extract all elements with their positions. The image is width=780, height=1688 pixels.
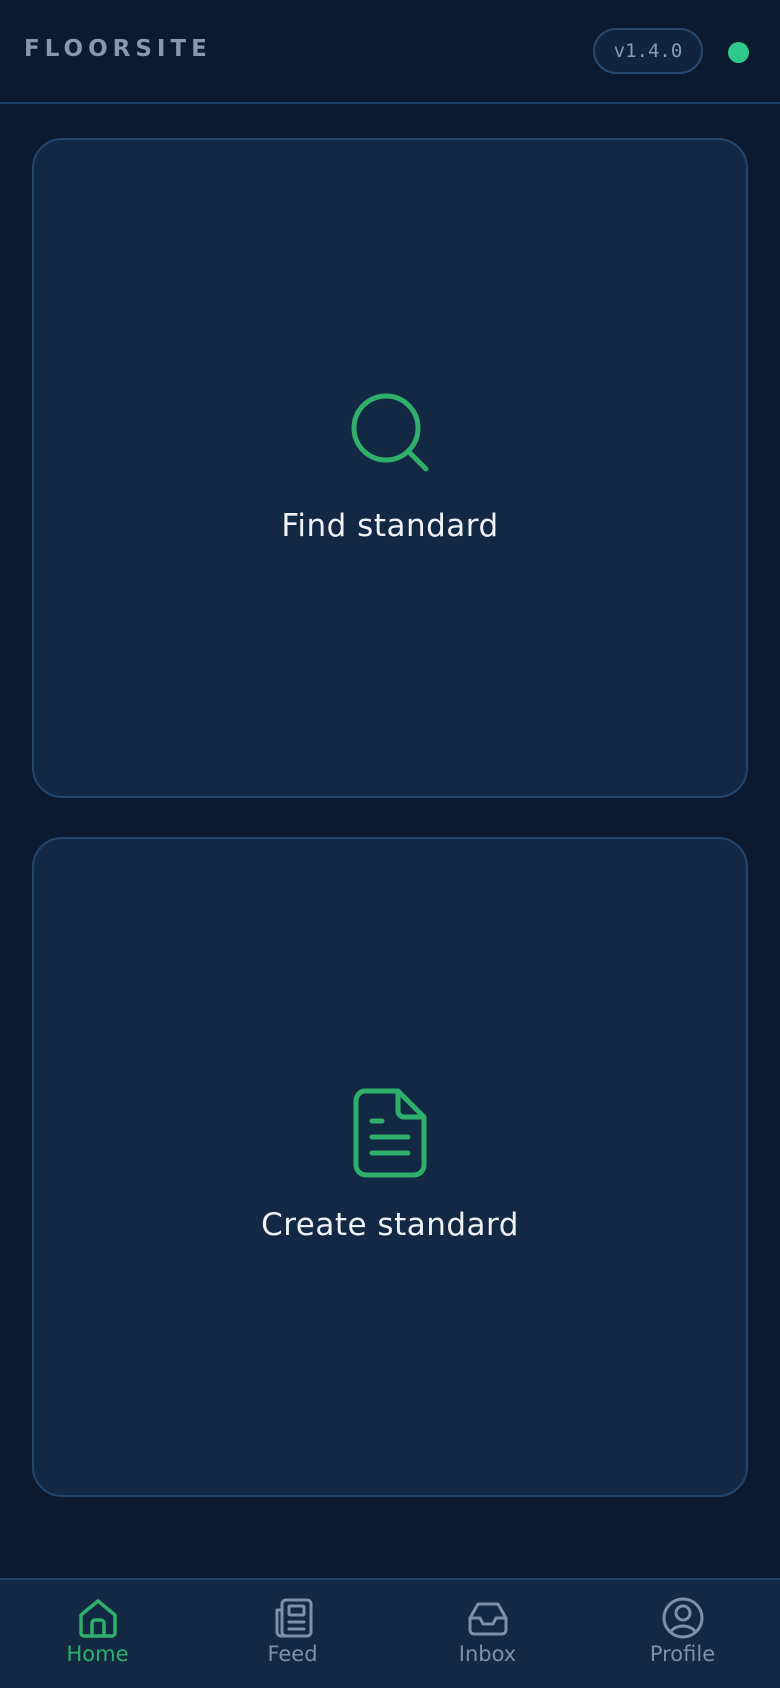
brand-logo-text: FLOORSITE xyxy=(24,36,212,62)
version-badge: v1.4.0 xyxy=(593,28,703,74)
newspaper-icon xyxy=(275,1598,312,1638)
document-icon xyxy=(353,1088,427,1178)
inbox-icon xyxy=(468,1602,507,1636)
nav-item-profile[interactable]: Profile xyxy=(585,1580,780,1688)
profile-icon xyxy=(662,1597,703,1639)
nav-label-feed: Feed xyxy=(267,1642,318,1666)
search-icon xyxy=(351,393,429,472)
nav-label-profile: Profile xyxy=(649,1642,716,1666)
nav-label-home: Home xyxy=(66,1642,129,1666)
nav-item-feed[interactable]: Feed xyxy=(195,1580,390,1688)
nav-label-inbox: Inbox xyxy=(458,1642,517,1666)
nav-item-home[interactable]: Home xyxy=(0,1580,195,1688)
home-icon xyxy=(78,1599,117,1638)
status-indicator xyxy=(728,42,749,63)
top-header: FLOORSITE v1.4.0 xyxy=(0,0,780,104)
find-standard-label: Find standard xyxy=(281,508,499,544)
app-screen: FLOORSITE v1.4.0 Find standard Create st… xyxy=(0,0,780,1688)
create-standard-label: Create standard xyxy=(261,1207,519,1243)
find-standard-card[interactable]: Find standard xyxy=(32,138,748,798)
create-standard-card[interactable]: Create standard xyxy=(32,837,748,1497)
bottom-nav-bar: Home Feed Inbox Profile xyxy=(0,1578,780,1688)
nav-item-inbox[interactable]: Inbox xyxy=(390,1580,585,1688)
